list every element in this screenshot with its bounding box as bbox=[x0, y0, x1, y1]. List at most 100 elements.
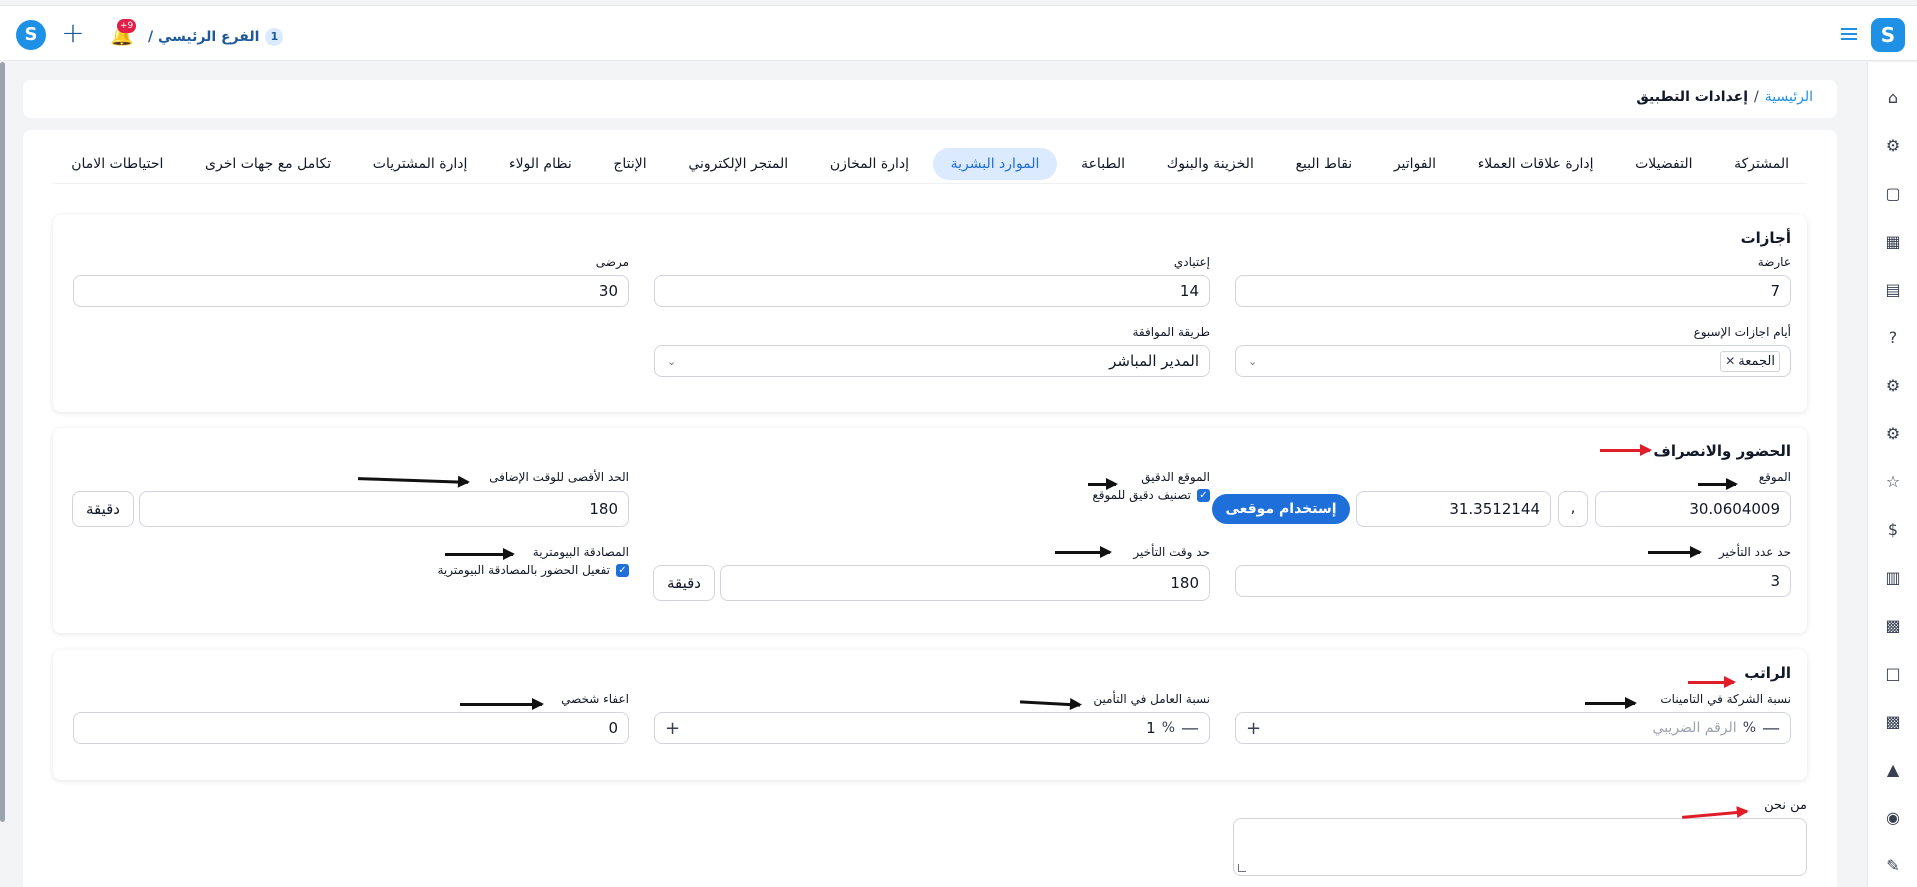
tab-3[interactable]: الفواتير bbox=[1376, 148, 1454, 180]
annotation-arrow bbox=[460, 698, 544, 710]
use-my-location-button[interactable]: إستخدام موقعى bbox=[1212, 494, 1350, 524]
tab-14[interactable]: احتياطات الامان bbox=[53, 148, 181, 180]
pen-icon[interactable]: ✎ bbox=[1883, 856, 1903, 876]
left-scrollbar[interactable] bbox=[0, 62, 5, 822]
users-gear-icon[interactable]: ⚙ bbox=[1883, 376, 1903, 396]
annotation-arrow bbox=[1698, 478, 1738, 490]
company-insurance-stepper[interactable]: — % الرقم الضريبي + bbox=[1235, 712, 1791, 744]
precise-location-checkbox[interactable]: ✓ تصنيف دقيق للموقع bbox=[1092, 488, 1210, 502]
cash-icon[interactable]: $ bbox=[1883, 520, 1903, 540]
weekend-days-select[interactable]: الجمعة ✕ ⌄ bbox=[1235, 345, 1791, 377]
minus-icon[interactable]: — bbox=[1181, 718, 1199, 739]
location-label: الموقع bbox=[1758, 470, 1791, 484]
percent-sign: % bbox=[1161, 720, 1175, 736]
longitude-input[interactable]: 31.3512144 bbox=[1356, 491, 1551, 527]
fuel-icon[interactable]: ▲ bbox=[1883, 760, 1903, 780]
company-insurance-placeholder: الرقم الضريبي bbox=[1652, 720, 1737, 736]
help-icon[interactable]: ? bbox=[1883, 328, 1903, 348]
late-time-label: حد وقت التأخير bbox=[1133, 545, 1210, 559]
sick-leave-value: 30 bbox=[598, 282, 618, 300]
sick-leave-input[interactable]: 30 bbox=[73, 275, 629, 307]
app-logo[interactable]: S bbox=[1871, 18, 1905, 52]
leaves-title: أجازات bbox=[1740, 229, 1791, 247]
tab-2[interactable]: إدارة علاقات العملاء bbox=[1460, 148, 1612, 180]
casual-leave-value: 7 bbox=[1770, 282, 1780, 300]
late-count-input[interactable]: 3 bbox=[1235, 565, 1791, 597]
plus-icon[interactable]: + bbox=[665, 718, 680, 739]
id-card-icon[interactable]: ▩ bbox=[1883, 712, 1903, 732]
precise-location-label: الموقع الدقيق bbox=[1141, 470, 1210, 484]
annotation-arrow bbox=[1585, 697, 1637, 709]
annotation-arrow bbox=[445, 548, 515, 560]
max-overtime-label: الحد الأقصى للوقت الإضافى bbox=[489, 470, 629, 484]
approval-method-value: المدير المباشر bbox=[1109, 352, 1199, 370]
worker-insurance-stepper[interactable]: — % 1 + bbox=[654, 712, 1210, 744]
breadcrumb-home[interactable]: الرئيسية bbox=[1765, 89, 1813, 105]
casual-leave-label: عارضة bbox=[1757, 255, 1791, 269]
late-count-label: حد عدد التأخير bbox=[1718, 545, 1791, 559]
app-logo-small[interactable]: S bbox=[16, 20, 46, 50]
id-card-icon[interactable]: ▩ bbox=[1883, 616, 1903, 636]
late-time-value: 180 bbox=[1170, 574, 1199, 592]
precise-location-check-label: تصنيف دقيق للموقع bbox=[1092, 488, 1191, 502]
tab-7[interactable]: الموارد البشرية bbox=[932, 147, 1058, 180]
tab-1[interactable]: التفضيلات bbox=[1617, 148, 1710, 180]
branch-name: الفرع الرئيسي / bbox=[148, 29, 260, 45]
late-time-input[interactable]: 180 bbox=[720, 565, 1210, 601]
annotation-arrow bbox=[1688, 676, 1736, 688]
annotation-arrow bbox=[1088, 478, 1118, 490]
tab-0[interactable]: المشتركة bbox=[1716, 148, 1807, 180]
star-card-icon[interactable]: ☆ bbox=[1883, 472, 1903, 492]
casual-leave-input[interactable]: 7 bbox=[1235, 275, 1791, 307]
document-icon[interactable]: □ bbox=[1883, 664, 1903, 684]
personal-exemption-input[interactable]: 0 bbox=[73, 712, 629, 744]
users-gear-icon[interactable]: ⚙ bbox=[1883, 136, 1903, 156]
settings-tabs: المشتركة التفضيلات إدارة علاقات العملاء الف… bbox=[53, 144, 1807, 184]
hamburger-icon[interactable] bbox=[1841, 28, 1857, 40]
chevron-down-icon[interactable]: ⌄ bbox=[1248, 355, 1257, 368]
biometric-check-label: تفعيل الحضور بالمصادقة البيومترية bbox=[437, 563, 610, 577]
receipt-icon[interactable]: ▤ bbox=[1883, 280, 1903, 300]
book-icon[interactable]: ▢ bbox=[1883, 184, 1903, 204]
tab-11[interactable]: نظام الولاء bbox=[491, 148, 590, 180]
approval-method-select[interactable]: المدير المباشر ⌄ bbox=[654, 345, 1210, 377]
tab-6[interactable]: الطباعة bbox=[1063, 148, 1143, 180]
plus-icon[interactable]: + bbox=[1246, 718, 1261, 739]
chevron-down-icon[interactable]: ⌄ bbox=[667, 355, 676, 368]
biometric-checkbox[interactable]: ✓ تفعيل الحضور بالمصادقة البيومترية bbox=[437, 563, 629, 577]
latitude-input[interactable]: 30.0604009 bbox=[1595, 491, 1791, 527]
robot-icon[interactable]: ◉ bbox=[1883, 808, 1903, 828]
tab-10[interactable]: الإنتاج bbox=[595, 148, 664, 180]
check-icon[interactable]: ✓ bbox=[1197, 488, 1210, 502]
regular-leave-value: 14 bbox=[1179, 282, 1199, 300]
branch-selector[interactable]: 1 الفرع الرئيسي / bbox=[148, 28, 284, 46]
tab-13[interactable]: تكامل مع جهات اخرى bbox=[187, 148, 349, 180]
close-icon[interactable]: ✕ bbox=[1725, 354, 1735, 368]
home-icon[interactable]: ⌂ bbox=[1883, 88, 1903, 108]
tab-9[interactable]: المتجر الإلكتروني bbox=[670, 148, 806, 180]
worker-insurance-label: نسبة العامل في التأمين bbox=[1093, 692, 1210, 706]
tab-4[interactable]: نقاط البيع bbox=[1277, 148, 1370, 180]
weekend-chip[interactable]: الجمعة ✕ bbox=[1720, 350, 1780, 372]
plus-icon[interactable]: + bbox=[60, 19, 86, 47]
tab-5[interactable]: الخزينة والبنوك bbox=[1149, 148, 1272, 180]
check-icon[interactable]: ✓ bbox=[616, 563, 629, 577]
users-gear-icon[interactable]: ⚙ bbox=[1883, 424, 1903, 444]
company-insurance-label: نسبة الشركة في التامينات bbox=[1660, 692, 1791, 706]
regular-leave-input[interactable]: 14 bbox=[654, 275, 1210, 307]
about-us-textarea[interactable] bbox=[1233, 818, 1807, 876]
tab-8[interactable]: إدارة المخازن bbox=[812, 148, 927, 180]
max-overtime-input[interactable]: 180 bbox=[139, 491, 629, 527]
late-count-value: 3 bbox=[1770, 572, 1780, 590]
resize-handle[interactable] bbox=[1238, 864, 1246, 872]
attendance-section: الحضور والانصراف الموقع 30.0604009 , 31.… bbox=[53, 428, 1807, 633]
breadcrumb-current: إعدادات التطبيق bbox=[1636, 89, 1749, 105]
building-icon[interactable]: ▦ bbox=[1883, 232, 1903, 252]
warehouse-icon[interactable]: ▥ bbox=[1883, 568, 1903, 588]
tab-12[interactable]: إدارة المشتريات bbox=[355, 148, 486, 180]
breadcrumb: الرئيسية / إعدادات التطبيق bbox=[23, 80, 1837, 118]
coordinate-separator: , bbox=[1558, 491, 1588, 527]
approval-method-label: طريقة الموافقة bbox=[1132, 325, 1210, 339]
late-time-unit: دقيقة bbox=[653, 565, 715, 601]
minus-icon[interactable]: — bbox=[1762, 718, 1780, 739]
